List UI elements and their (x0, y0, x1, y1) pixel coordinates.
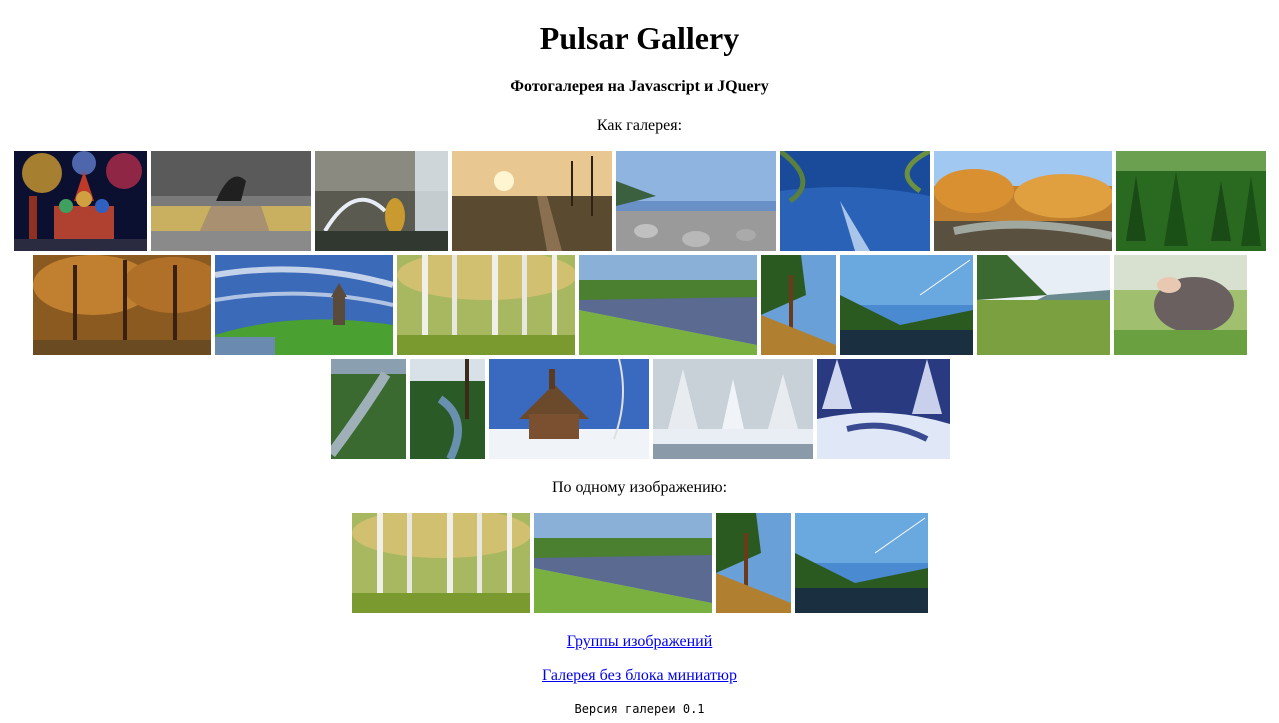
gallery-thumbnail-green-meadow[interactable] (977, 255, 1110, 355)
gallery-thumbnail-snowy-trees[interactable] (653, 359, 813, 459)
gallery-thumbnail-calm-river[interactable] (579, 255, 757, 355)
gallery-thumbnail-wooden-church-winter[interactable] (489, 359, 649, 459)
gallery-thumbnail-autumn-woodland[interactable] (33, 255, 211, 355)
no-thumbnails-link-container: Галерея без блока миниатюр (0, 666, 1279, 686)
gallery-thumbnail-river-valley[interactable] (840, 255, 973, 355)
gallery-thumbnail-autumn-river[interactable] (934, 151, 1112, 251)
groups-link-container: Группы изображений (0, 632, 1279, 652)
no-thumbnails-link[interactable]: Галерея без блока миниатюр (542, 667, 737, 684)
gallery-thumbnail-wooden-church-hill[interactable] (215, 255, 393, 355)
gallery-thumbnail-river-canyon[interactable] (331, 359, 406, 459)
single-thumbnail-calm-river[interactable] (534, 513, 712, 613)
gallery-thumbnail-conifer-forest[interactable] (1116, 151, 1266, 251)
gallery-thumbnail-forest-river-bend[interactable] (410, 359, 485, 459)
gallery-thumbnail-sparkling-water[interactable] (780, 151, 930, 251)
gallery-thumbnail-rocky-lake-shore[interactable] (616, 151, 776, 251)
gallery-thumbnail-hedgehog[interactable] (1114, 255, 1247, 355)
single-thumbnail-pine-slope[interactable] (716, 513, 791, 613)
page-subtitle: Фотогалерея на Javascript и JQuery (510, 78, 769, 95)
gallery-thumbnail-birch-grove[interactable] (397, 255, 575, 355)
gallery-thumbnail-pine-slope[interactable] (761, 255, 836, 355)
gallery-thumbnail-frozen-stream[interactable] (817, 359, 950, 459)
gallery-thumbnail-bronze-horseman[interactable] (151, 151, 311, 251)
single-thumbnail-birch-grove[interactable] (352, 513, 530, 613)
gallery-section-label: Как галерея: (596, 117, 683, 134)
single-section-label: По одному изображению: (551, 479, 728, 496)
page-title: Pulsar Gallery (539, 20, 740, 56)
gallery-thumbnail-railway-sunset[interactable] (452, 151, 612, 251)
gallery-thumbnail-peterhof-fountain[interactable] (315, 151, 448, 251)
version-text: Версия галереи 0.1 (574, 702, 705, 716)
single-thumbnail-river-valley[interactable] (795, 513, 928, 613)
groups-link[interactable]: Группы изображений (567, 633, 713, 650)
gallery-thumbnail-st-basils-cathedral[interactable] (14, 151, 147, 251)
